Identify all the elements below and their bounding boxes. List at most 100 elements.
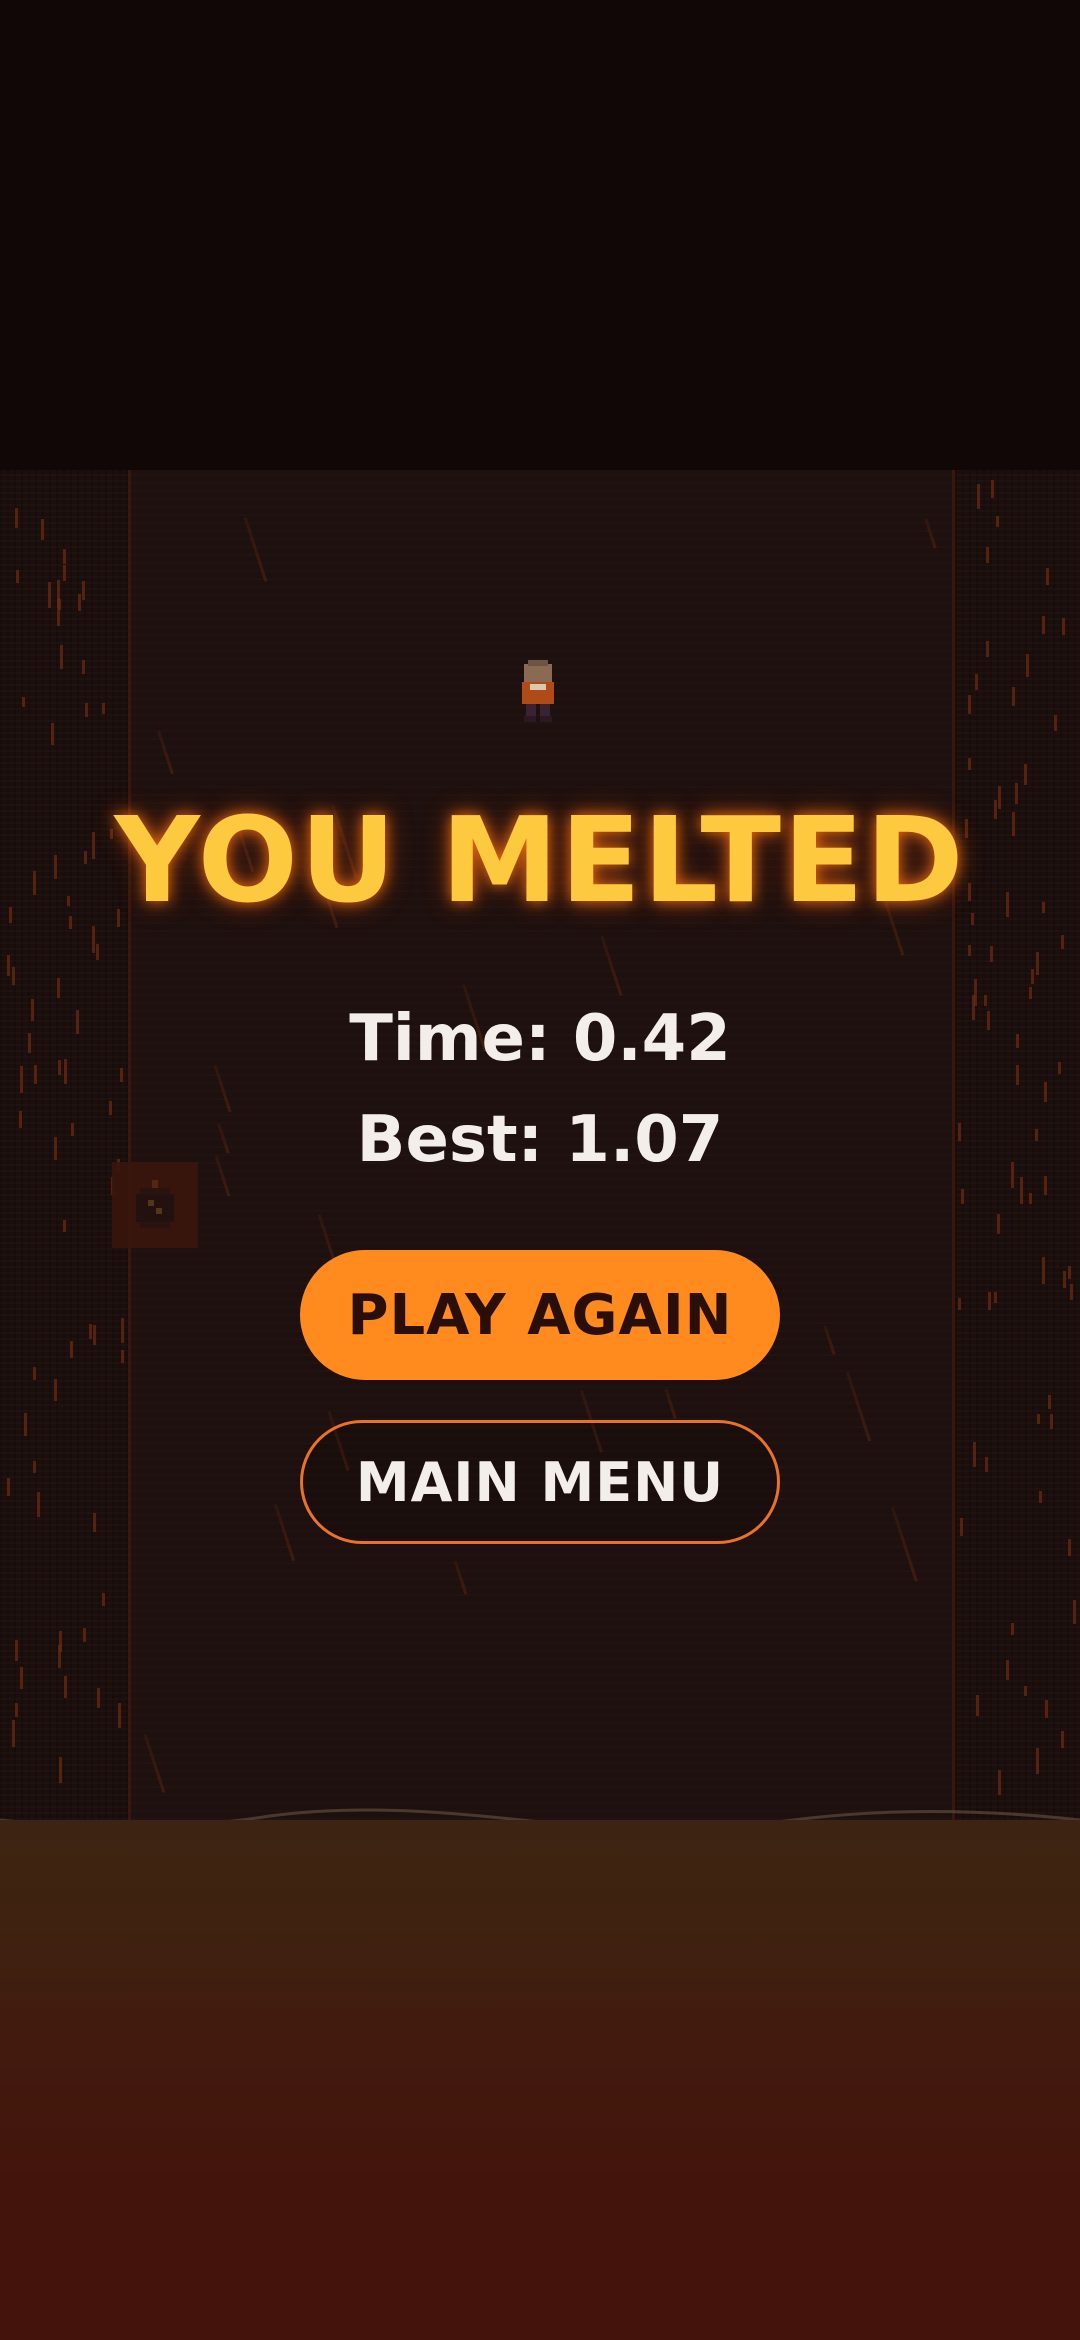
play-again-button[interactable]: PLAY AGAIN xyxy=(300,1250,780,1380)
game-over-title: YOU MELTED xyxy=(114,791,966,929)
ember-mark xyxy=(997,1214,1000,1234)
ember-mark xyxy=(1024,764,1027,785)
ember-mark xyxy=(60,645,63,669)
ember-mark xyxy=(1061,935,1064,949)
ember-mark xyxy=(24,1413,27,1436)
time-stat: Time: 0.42 xyxy=(349,1002,731,1076)
ember-mark xyxy=(89,1324,92,1339)
ember-mark xyxy=(975,674,978,690)
main-menu-button[interactable]: MAIN MENU xyxy=(300,1420,780,1544)
game-stage: YOU MELTED Time: 0.42 Best: 1.07 PLAY AG… xyxy=(0,0,1080,2340)
ember-mark xyxy=(102,703,105,714)
ember-mark xyxy=(51,723,54,745)
ember-mark xyxy=(85,703,88,717)
ember-mark xyxy=(988,1292,991,1310)
ember-mark xyxy=(1029,987,1032,999)
ember-mark xyxy=(1036,952,1039,975)
ember-mark xyxy=(63,549,66,564)
ember-mark xyxy=(57,580,60,608)
ember-mark xyxy=(1029,1193,1032,1204)
ember-mark xyxy=(7,1478,10,1496)
ember-mark xyxy=(83,1628,86,1642)
ember-mark xyxy=(961,1189,964,1204)
ember-mark xyxy=(93,1513,96,1532)
ember-mark xyxy=(985,1457,988,1472)
main-menu-label: MAIN MENU xyxy=(355,1450,725,1514)
ember-mark xyxy=(70,1341,73,1358)
ember-mark xyxy=(1044,1082,1047,1102)
bomb-icon xyxy=(132,1180,178,1230)
player-character-icon xyxy=(516,660,560,722)
ember-mark xyxy=(1070,1284,1073,1300)
ember-mark xyxy=(1073,1600,1076,1624)
ember-mark xyxy=(1024,1686,1027,1696)
ember-mark xyxy=(958,1298,961,1310)
ember-mark xyxy=(1063,1271,1066,1288)
ember-mark xyxy=(15,508,18,528)
ember-mark xyxy=(968,945,971,956)
ember-mark xyxy=(97,1688,100,1708)
sky-area xyxy=(0,0,1080,470)
ember-mark xyxy=(48,582,51,608)
ember-mark xyxy=(20,1667,23,1689)
ember-mark xyxy=(968,758,971,770)
ember-mark xyxy=(1012,687,1015,706)
ember-mark xyxy=(1042,1257,1045,1284)
ember-mark xyxy=(22,697,25,707)
ember-mark xyxy=(1037,1414,1040,1424)
ember-mark xyxy=(1068,1266,1071,1279)
play-again-label: PLAY AGAIN xyxy=(347,1282,733,1348)
ember-mark xyxy=(1011,1623,1014,1635)
ember-mark xyxy=(1061,1731,1064,1748)
ember-mark xyxy=(59,1757,62,1783)
ember-mark xyxy=(1042,616,1045,634)
ember-mark xyxy=(121,1318,124,1343)
ember-mark xyxy=(121,1350,124,1363)
ember-mark xyxy=(1031,969,1034,984)
ember-mark xyxy=(990,946,993,962)
ember-mark xyxy=(977,484,980,509)
ember-mark xyxy=(82,581,85,600)
ember-mark xyxy=(1048,1395,1051,1409)
ember-mark xyxy=(12,1720,15,1747)
ember-mark xyxy=(994,1292,997,1303)
best-stat: Best: 1.07 xyxy=(356,1103,724,1177)
ember-mark xyxy=(960,1518,963,1536)
ember-mark xyxy=(1054,715,1057,731)
ember-mark xyxy=(15,1640,18,1661)
ember-mark xyxy=(986,641,989,657)
ember-mark xyxy=(64,1676,67,1698)
ember-mark xyxy=(37,1492,40,1517)
ember-mark xyxy=(1045,1700,1048,1718)
ember-mark xyxy=(7,955,10,976)
ember-mark xyxy=(96,944,99,960)
ember-mark xyxy=(986,547,989,563)
ember-mark xyxy=(1046,568,1049,585)
ember-mark xyxy=(92,926,95,953)
ember-mark xyxy=(16,570,19,583)
ember-mark xyxy=(996,516,999,527)
ember-mark xyxy=(1050,1414,1053,1429)
ember-mark xyxy=(102,1593,105,1606)
ember-mark xyxy=(998,1770,1001,1795)
ember-mark xyxy=(118,1703,121,1728)
ember-mark xyxy=(1039,1491,1042,1503)
ember-mark xyxy=(1026,654,1029,677)
ember-mark xyxy=(991,480,994,498)
ember-mark xyxy=(15,1703,18,1717)
ember-mark xyxy=(968,695,971,714)
ember-mark xyxy=(78,594,81,611)
ember-mark xyxy=(1006,1660,1009,1680)
ember-mark xyxy=(973,1442,976,1467)
lava-pool xyxy=(0,1820,1080,2340)
ember-mark xyxy=(1068,1539,1071,1556)
ember-mark xyxy=(12,967,15,985)
ember-mark xyxy=(1036,1748,1039,1774)
ember-mark xyxy=(82,660,85,674)
ember-mark xyxy=(33,1461,36,1473)
ember-mark xyxy=(58,1645,61,1668)
ember-mark xyxy=(93,1325,96,1345)
ember-mark xyxy=(976,1695,979,1716)
ember-mark xyxy=(1020,1177,1023,1204)
ember-mark xyxy=(54,1379,57,1401)
